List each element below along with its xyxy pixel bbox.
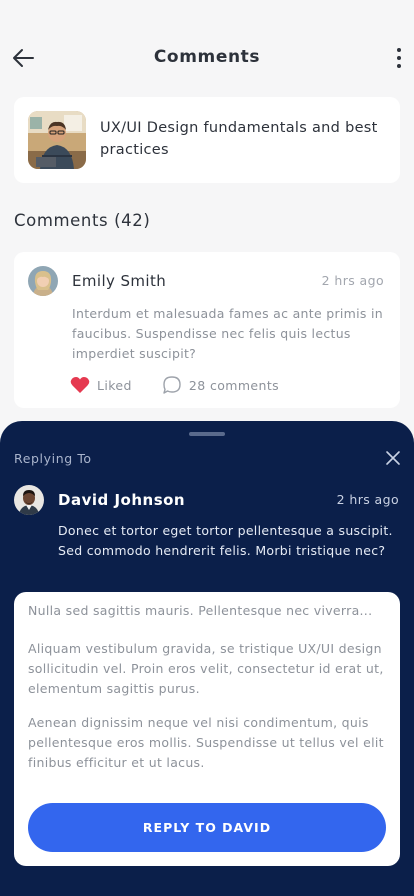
page-title: Comments [153, 47, 261, 67]
heart-icon [70, 377, 90, 393]
avatar[interactable] [28, 266, 58, 296]
compose-paragraph: Aenean dignissim neque vel nisi condimen… [28, 715, 384, 770]
course-card[interactable]: UX/UI Design fundamentals and best pract… [14, 97, 400, 183]
reply-author[interactable]: David Johnson [58, 491, 185, 509]
more-options-button[interactable] [392, 44, 406, 72]
close-icon [386, 451, 400, 465]
like-label: Liked [97, 377, 132, 393]
comment-timestamp: 2 hrs ago [321, 273, 384, 288]
compose-paragraph: Aliquam vestibulum gravida, se tristique… [28, 641, 384, 696]
reply-timestamp: 2 hrs ago [336, 492, 399, 507]
compose-preview-text: Nulla sed sagittis mauris. Pellentesque … [28, 603, 373, 618]
course-thumbnail [28, 111, 86, 169]
comments-count-label: 28 comments [188, 377, 280, 393]
reply-compose-box[interactable]: Nulla sed sagittis mauris. Pellentesque … [14, 592, 400, 866]
sheet-grabber[interactable] [189, 432, 225, 436]
comments-button[interactable]: 28 comments [162, 375, 279, 395]
chat-bubble-icon [163, 376, 181, 394]
reply-sheet: Replying To David Johnson 2 hrs ago Done… [0, 421, 414, 896]
comments-heading: Comments (42) [14, 211, 151, 230]
comment-card: Emily Smith 2 hrs ago Interdum et malesu… [14, 252, 400, 408]
comment-actions: Liked 28 comments [70, 375, 279, 395]
reply-button[interactable]: REPLY TO DAVID [28, 803, 386, 852]
course-title: UX/UI Design fundamentals and best pract… [100, 120, 378, 158]
comment-text: Interdum et malesuada fames ac ante prim… [72, 306, 383, 361]
close-button[interactable] [384, 449, 402, 467]
replying-to-label: Replying To [14, 451, 92, 466]
comment-author[interactable]: Emily Smith [72, 272, 166, 290]
like-button[interactable]: Liked [70, 376, 132, 394]
reply-quoted-text: Donec et tortor eget tortor pellentesque… [58, 523, 393, 558]
more-vertical-icon [397, 48, 401, 68]
avatar[interactable] [14, 485, 44, 515]
